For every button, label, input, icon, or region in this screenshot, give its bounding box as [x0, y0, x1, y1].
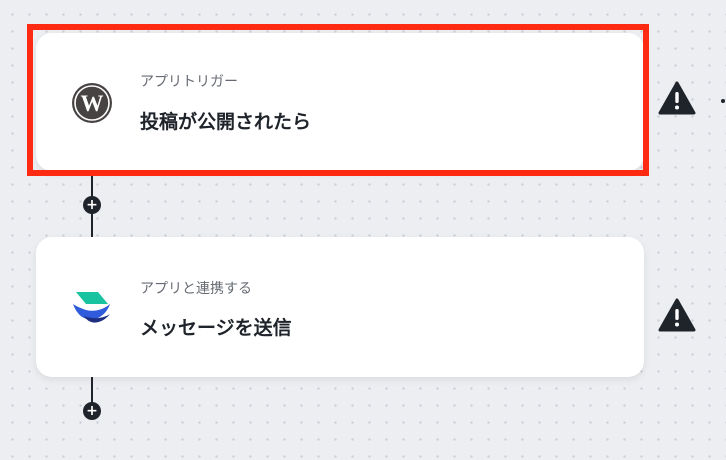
step-type-label: アプリトリガー	[140, 74, 238, 90]
warning-triangle-icon[interactable]	[658, 298, 696, 332]
action-step-card[interactable]: アプリと連携する メッセージを送信	[36, 237, 644, 377]
step-title: 投稿が公開されたら	[140, 111, 312, 133]
step-type-label: アプリと連携する	[140, 281, 252, 297]
trigger-step-card[interactable]: W アプリトリガー 投稿が公開されたら	[36, 33, 644, 171]
step-title: メッセージを送信	[140, 317, 292, 339]
warning-triangle-icon[interactable]	[658, 81, 696, 115]
wordpress-icon: W	[70, 81, 114, 125]
add-step-button[interactable]: +	[83, 402, 101, 420]
cut-off-menu-dot	[721, 99, 725, 103]
svg-text:W: W	[81, 91, 104, 116]
add-step-button[interactable]: +	[83, 196, 101, 214]
bird-messaging-app-icon	[70, 288, 114, 332]
